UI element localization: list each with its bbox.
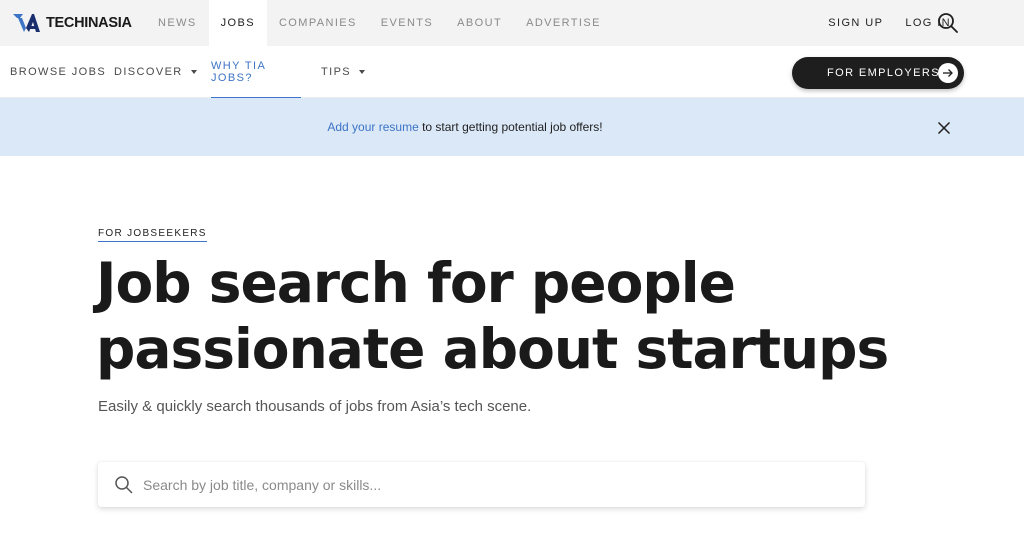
subnav-browse-jobs[interactable]: BROWSE JOBS bbox=[10, 46, 106, 98]
resume-banner: Add your resume to start getting potenti… bbox=[0, 98, 1024, 156]
for-employers-button[interactable]: FOR EMPLOYERS bbox=[792, 57, 964, 89]
job-search-input[interactable] bbox=[143, 462, 843, 507]
headline-line-2: passionate about startups bbox=[96, 317, 889, 381]
nav-events[interactable]: EVENTS bbox=[369, 0, 445, 46]
hero-subheading: Easily & quickly search thousands of job… bbox=[98, 398, 532, 415]
search-icon[interactable] bbox=[936, 11, 960, 35]
subnav-why-tia-jobs-label: WHY TIA JOBS? bbox=[211, 59, 266, 84]
banner-text: to start getting potential job offers! bbox=[418, 120, 603, 134]
caret-down-icon bbox=[190, 70, 197, 74]
nav-companies[interactable]: COMPANIES bbox=[267, 0, 369, 46]
logo-wordmark: TECHINASIA bbox=[46, 15, 132, 31]
add-resume-link[interactable]: Add your resume bbox=[327, 120, 418, 134]
search-icon bbox=[114, 475, 133, 494]
nav-about[interactable]: ABOUT bbox=[445, 0, 514, 46]
top-navbar: TECHINASIA NEWS JOBS COMPANIES EVENTS AB… bbox=[0, 0, 1024, 46]
subnav-why-tia-jobs[interactable]: WHY TIA JOBS? bbox=[211, 46, 301, 98]
nav-jobs[interactable]: JOBS bbox=[208, 0, 267, 46]
subnav-tips[interactable]: TIPS bbox=[321, 46, 366, 98]
subnav-discover-label: DISCOVER bbox=[114, 66, 183, 78]
subnav-browse-jobs-label: BROWSE JOBS bbox=[10, 66, 107, 78]
nav-advertise[interactable]: ADVERTISE bbox=[514, 0, 613, 46]
arrow-right-icon bbox=[938, 63, 958, 83]
banner-message: Add your resume to start getting potenti… bbox=[0, 120, 930, 134]
close-icon[interactable] bbox=[937, 121, 951, 135]
signup-link[interactable]: SIGN UP bbox=[817, 0, 894, 46]
page-title: Job search for people passionate about s… bbox=[96, 250, 916, 382]
eyebrow-label: FOR JOBSEEKERS bbox=[98, 228, 207, 242]
for-employers-label: FOR EMPLOYERS bbox=[827, 67, 940, 79]
jobs-subnav: BROWSE JOBS DISCOVER WHY TIA JOBS? TIPS … bbox=[0, 46, 1024, 98]
techinasia-logo-icon bbox=[12, 12, 42, 34]
subnav-discover[interactable]: DISCOVER bbox=[114, 46, 197, 98]
main-nav: NEWS JOBS COMPANIES EVENTS ABOUT ADVERTI… bbox=[146, 0, 613, 46]
headline-line-1: Job search for people bbox=[96, 251, 736, 315]
logo[interactable]: TECHINASIA bbox=[12, 10, 132, 36]
nav-news[interactable]: NEWS bbox=[146, 0, 209, 46]
job-search-box bbox=[98, 462, 865, 507]
subnav-tips-label: TIPS bbox=[321, 66, 352, 78]
caret-down-icon bbox=[359, 70, 366, 74]
